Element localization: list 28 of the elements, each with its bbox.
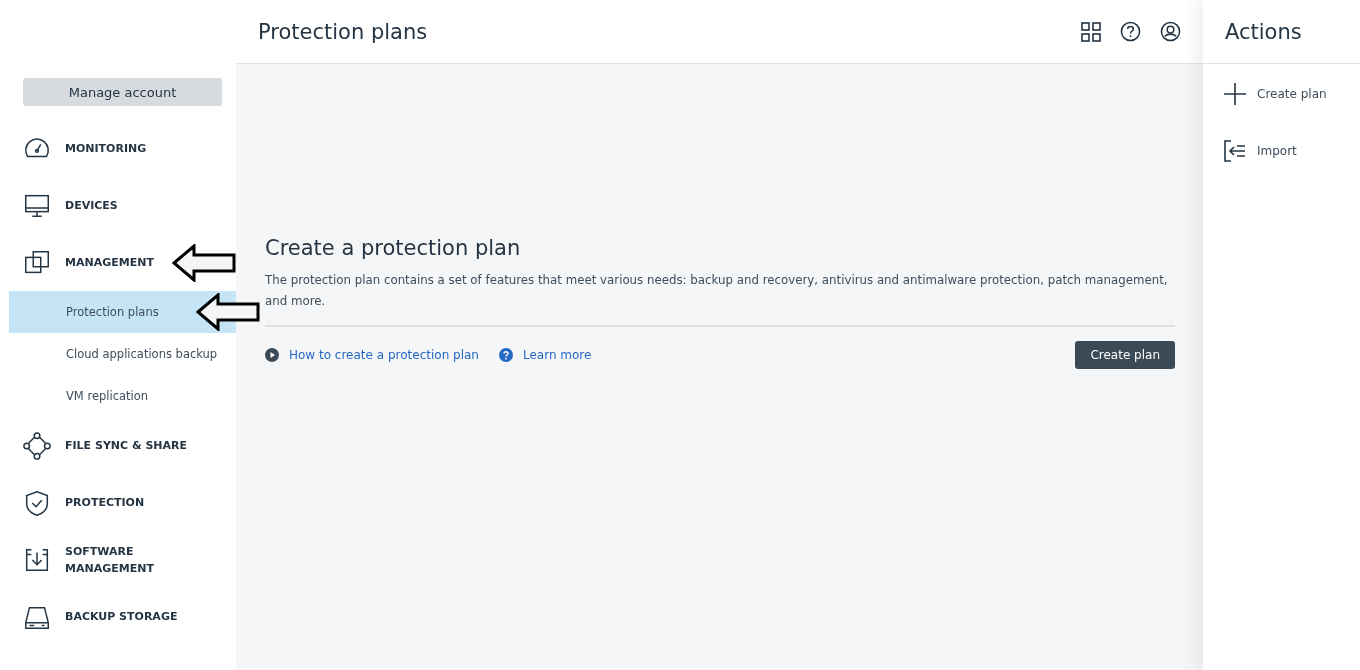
nav-item[interactable]: FILE SYNC & SHARE — [0, 417, 187, 474]
nav-subitem[interactable]: Cloud applications backup — [9, 333, 236, 375]
nav-item[interactable]: MANAGEMENT — [0, 234, 154, 291]
plus-icon — [1223, 81, 1247, 106]
actions-title: Actions — [1203, 0, 1360, 64]
help-link[interactable]: Learn more — [498, 347, 592, 362]
nav-item[interactable]: SOFTWARE MANAGEMENT — [0, 531, 195, 588]
empty-state-title: Create a protection plan — [265, 235, 522, 260]
action-item[interactable]: Import — [1203, 122, 1360, 179]
nav-subitem[interactable]: VM replication — [9, 375, 236, 417]
manage-account-button[interactable]: Manage account — [23, 78, 222, 106]
nodes-icon — [22, 430, 52, 461]
grid-icon[interactable] — [1081, 21, 1101, 42]
help-link[interactable]: How to create a protection plan — [265, 347, 479, 362]
page-title: Protection plans — [258, 19, 429, 44]
question-icon — [498, 347, 513, 362]
nav-item[interactable]: PROTECTION — [0, 474, 145, 531]
user-icon[interactable] — [1160, 21, 1181, 42]
empty-state-description: The protection plan contains a set of features that meet various needs: backup and recovery, antivirus and antimalware protection, patch management, and more. — [265, 269, 1175, 327]
play-icon — [265, 347, 279, 362]
import-icon — [1223, 138, 1247, 163]
action-item[interactable]: Create plan — [1203, 65, 1360, 122]
nav-item[interactable]: BACKUP STORAGE — [0, 588, 178, 645]
create-plan-button[interactable]: Create plan — [1075, 340, 1175, 369]
nav-item[interactable]: MONITORING — [0, 120, 147, 177]
help-icon[interactable] — [1120, 21, 1141, 42]
nav-item[interactable]: DEVICES — [0, 177, 118, 234]
nav-subitem[interactable]: Protection plans — [9, 291, 236, 333]
